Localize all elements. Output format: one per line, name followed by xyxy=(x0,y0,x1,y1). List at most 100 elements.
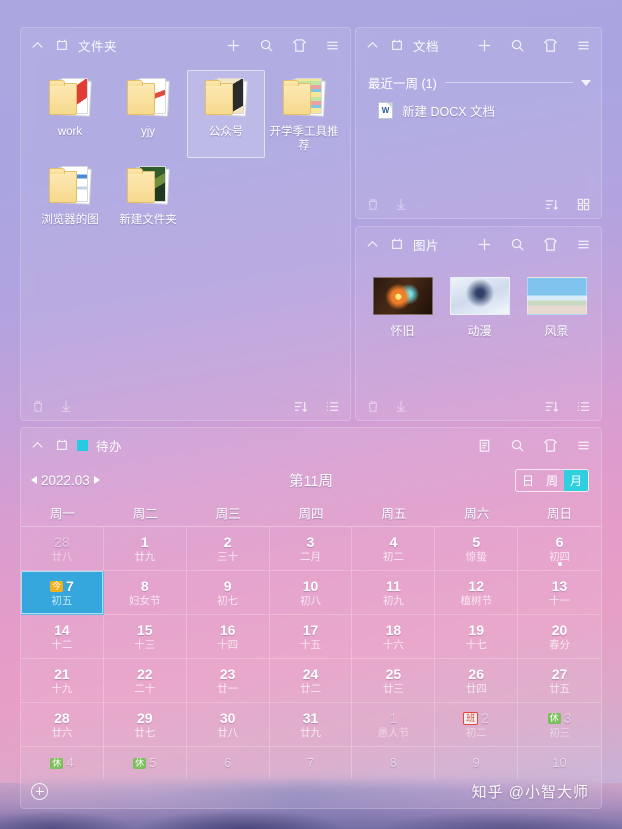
calendar-day[interactable]: 28 廿八 xyxy=(21,527,104,571)
calendar-day[interactable]: 20 春分 xyxy=(518,615,601,659)
calendar-day[interactable]: 14 十二 xyxy=(21,615,104,659)
add-icon[interactable] xyxy=(476,37,493,54)
trash-icon[interactable] xyxy=(365,196,381,212)
calendar-day[interactable]: 4 初二 xyxy=(352,527,436,571)
calendar-day[interactable]: 27 廿五 xyxy=(518,659,601,703)
collapse-icon[interactable] xyxy=(364,37,381,54)
skin-icon[interactable] xyxy=(542,236,559,253)
list-view-icon[interactable] xyxy=(324,398,340,414)
download-icon[interactable] xyxy=(58,398,74,414)
skin-icon[interactable] xyxy=(542,437,559,454)
documents-panel: 文档 最近一周 (1) W 新建 DOCX 文档 xyxy=(355,27,602,219)
search-icon[interactable] xyxy=(509,37,526,54)
calendar-day[interactable]: 25 廿三 xyxy=(352,659,436,703)
view-mode-week[interactable]: 周 xyxy=(540,470,564,491)
picture-item[interactable]: 怀旧 xyxy=(364,277,441,339)
calendar-day-tag: 今 xyxy=(50,580,64,592)
add-todo-icon[interactable] xyxy=(31,782,48,800)
calendar-day[interactable]: 18 十六 xyxy=(352,615,436,659)
calendar-day[interactable]: 2 三十 xyxy=(186,527,270,571)
skin-icon[interactable] xyxy=(542,37,559,54)
calendar-day[interactable]: 26 廿四 xyxy=(435,659,519,703)
pin-icon[interactable] xyxy=(53,437,70,454)
list-view-icon[interactable] xyxy=(575,398,591,414)
calendar-day-lunar: 二月 xyxy=(299,551,321,563)
calendar-day-lunar: 妇女节 xyxy=(129,595,161,607)
calendar-day[interactable]: 17 十五 xyxy=(269,615,353,659)
pin-icon[interactable] xyxy=(388,37,405,54)
picture-item[interactable]: 动漫 xyxy=(441,277,518,339)
skin-icon[interactable] xyxy=(291,37,308,54)
folder-item[interactable]: work xyxy=(31,70,109,158)
calendar-day[interactable]: 29 廿七 xyxy=(103,703,187,747)
search-icon[interactable] xyxy=(509,236,526,253)
next-month-icon[interactable] xyxy=(93,476,100,484)
sort-icon[interactable] xyxy=(292,398,308,414)
calendar-day[interactable]: 21 十九 xyxy=(21,659,104,703)
calendar-day[interactable]: 13 十一 xyxy=(518,571,601,615)
download-icon[interactable] xyxy=(393,398,409,414)
calendar-day[interactable]: 6 初四 xyxy=(518,527,601,571)
folder-item[interactable]: yjy xyxy=(109,70,187,158)
folder-item[interactable]: 新建文件夹 xyxy=(109,158,187,232)
collapse-icon[interactable] xyxy=(29,437,46,454)
calendar-day[interactable]: 9 初七 xyxy=(186,571,270,615)
view-mode-month[interactable]: 月 xyxy=(564,469,588,491)
calendar-day[interactable]: 22 二十 xyxy=(103,659,187,703)
calendar-day-lunar: 惊蛰 xyxy=(465,551,487,563)
trash-icon[interactable] xyxy=(30,398,46,414)
calendar-day[interactable]: 19 十七 xyxy=(435,615,519,659)
document-list-item[interactable]: W 新建 DOCX 文档 xyxy=(356,92,601,120)
download-icon[interactable] xyxy=(393,196,409,212)
calendar-day[interactable]: 31 廿九 xyxy=(269,703,353,747)
calendar-day[interactable]: 16 十四 xyxy=(186,615,270,659)
menu-icon[interactable] xyxy=(575,437,592,454)
trash-icon[interactable] xyxy=(365,398,381,414)
sort-icon[interactable] xyxy=(543,398,559,414)
chevron-down-icon[interactable] xyxy=(581,79,591,86)
note-icon[interactable] xyxy=(476,437,493,454)
grid-view-icon[interactable] xyxy=(575,196,591,212)
folder-item[interactable]: 浏览器的图 xyxy=(31,158,109,232)
calendar-day[interactable]: 15 十三 xyxy=(103,615,187,659)
pin-icon[interactable] xyxy=(388,236,405,253)
calendar-day[interactable]: 休 3 初三 xyxy=(518,703,601,747)
menu-icon[interactable] xyxy=(575,37,592,54)
menu-icon[interactable] xyxy=(575,236,592,253)
search-icon[interactable] xyxy=(258,37,275,54)
calendar-day[interactable]: 28 廿六 xyxy=(21,703,104,747)
calendar-day[interactable]: 1 愚人节 xyxy=(352,703,436,747)
collapse-icon[interactable] xyxy=(364,236,381,253)
calendar-day-number-row: 23 xyxy=(220,666,236,682)
calendar-day[interactable]: 30 廿八 xyxy=(186,703,270,747)
add-icon[interactable] xyxy=(476,236,493,253)
calendar-day[interactable]: 12 植树节 xyxy=(435,571,519,615)
calendar-day[interactable]: 10 初八 xyxy=(269,571,353,615)
calendar-day[interactable]: 1 廿九 xyxy=(103,527,187,571)
pin-icon[interactable] xyxy=(53,37,70,54)
calendar-day-today[interactable]: 今 7 初五 xyxy=(21,571,104,615)
calendar-day[interactable]: 班 2 初二 xyxy=(435,703,519,747)
view-mode-day[interactable]: 日 xyxy=(516,470,540,491)
pictures-grid: 怀旧 动漫 风景 xyxy=(356,261,601,339)
add-icon[interactable] xyxy=(225,37,242,54)
calendar-day-lunar: 初二 xyxy=(382,551,404,563)
folder-item[interactable]: 开学季工具推荐 xyxy=(265,70,343,158)
folders-panel-title: 文件夹 xyxy=(78,39,118,54)
prev-month-icon[interactable] xyxy=(31,476,37,484)
calendar-day[interactable]: 23 廿一 xyxy=(186,659,270,703)
calendar-day[interactable]: 8 妇女节 xyxy=(103,571,187,615)
folder-item-selected[interactable]: 公众号 xyxy=(187,70,265,158)
sort-icon[interactable] xyxy=(543,196,559,212)
collapse-icon[interactable] xyxy=(29,37,46,54)
calendar-day[interactable]: 24 廿二 xyxy=(269,659,353,703)
calendar-day-lunar: 初二 xyxy=(465,727,487,739)
documents-group-header[interactable]: 最近一周 (1) xyxy=(356,67,601,92)
calendar-day-lunar: 十五 xyxy=(299,639,321,651)
calendar-day[interactable]: 3 二月 xyxy=(269,527,353,571)
picture-item[interactable]: 风景 xyxy=(518,277,595,339)
search-icon[interactable] xyxy=(509,437,526,454)
calendar-day[interactable]: 11 初九 xyxy=(352,571,436,615)
menu-icon[interactable] xyxy=(324,37,341,54)
calendar-day[interactable]: 5 惊蛰 xyxy=(435,527,519,571)
